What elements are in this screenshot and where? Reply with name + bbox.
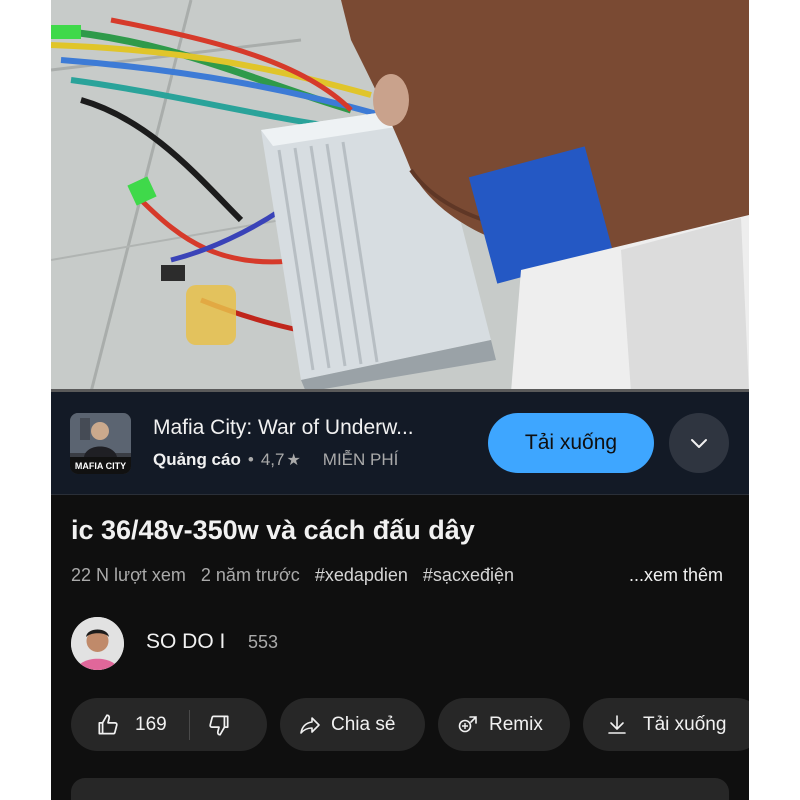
ad-app-icon[interactable]: MAFIA CITY [70,413,131,474]
mafia-city-logo: MAFIA CITY [70,413,131,474]
star-icon: ★ [286,452,301,469]
remix-label: Remix [489,713,543,735]
ad-price: MIỄN PHÍ [322,450,399,469]
video-player[interactable] [51,0,749,392]
video-description-line[interactable]: 22 N lượt xem 2 năm trước #xedapdien #sạ… [71,565,729,586]
thumbs-down-icon [208,714,229,736]
video-title[interactable]: ic 36/48v-350w và cách đấu dây [71,515,475,546]
ad-expand-button[interactable] [669,413,729,473]
remix-icon [458,715,477,732]
youtube-watch-screen: MAFIA CITY Mafia City: War of Underw... … [51,0,749,800]
hashtag[interactable]: #xedapdien [315,565,408,585]
like-divider [188,709,190,740]
show-more-link[interactable]: ...xem thêm [606,565,723,586]
meta-separator: • [247,450,254,469]
like-dislike-group: 169 [71,698,267,751]
subscriber-count: 553 [248,632,279,652]
ad-meta: Quảng cáo • 4,7 ★ MIỄN PHÍ [153,450,398,470]
share-button[interactable]: Chia sẻ [280,698,425,751]
chevron-down-icon [691,439,707,448]
avatar-image [71,617,124,670]
share-label: Chia sẻ [331,713,396,735]
view-count: 22 N lượt xem [71,565,186,585]
like-button[interactable]: 169 [95,712,167,738]
download-icon [608,714,626,734]
download-button[interactable]: Tải xuống [583,698,749,751]
channel-avatar[interactable] [71,617,124,670]
share-icon [300,716,320,734]
video-frame [51,0,749,392]
comments-preview-card[interactable] [71,778,729,800]
ad-banner[interactable]: MAFIA CITY Mafia City: War of Underw... … [51,392,749,495]
svg-text:MAFIA CITY: MAFIA CITY [75,461,126,471]
like-count: 169 [135,713,167,735]
channel-name[interactable]: SO DO I [146,630,225,654]
ad-title[interactable]: Mafia City: War of Underw... [153,416,414,440]
hashtag[interactable]: #sạcxeđiện [423,565,514,585]
ad-label: Quảng cáo [153,450,241,469]
ad-download-button[interactable]: Tải xuống [488,413,654,473]
dislike-button[interactable] [206,712,232,738]
upload-age: 2 năm trước [200,565,300,585]
ad-rating: 4,7 [260,450,285,469]
thumbs-up-icon [98,713,118,735]
download-label: Tải xuống [643,713,727,735]
remix-button[interactable]: Remix [438,698,570,751]
